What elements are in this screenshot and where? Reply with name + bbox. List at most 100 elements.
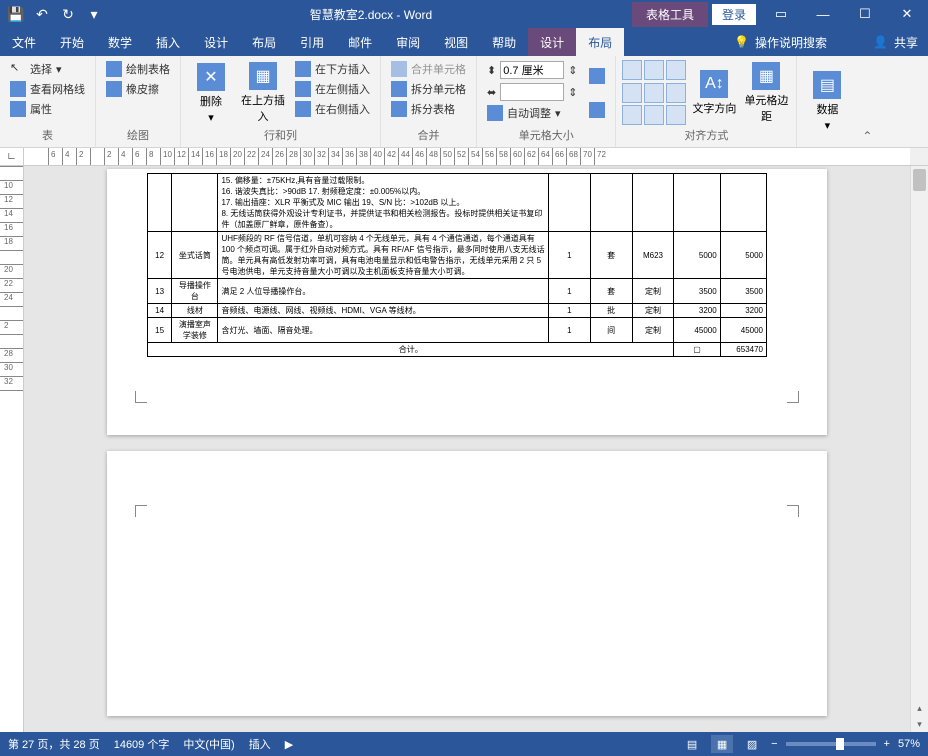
distribute-rows-button[interactable] [585, 67, 609, 85]
height-input[interactable] [500, 61, 564, 79]
collapse-ribbon-button[interactable]: ⌃ [857, 56, 877, 147]
align-ml-button[interactable] [622, 83, 642, 103]
insert-right-button[interactable]: 在右侧插入 [291, 100, 374, 118]
login-button[interactable]: 登录 [712, 4, 756, 25]
width-input[interactable] [500, 83, 564, 101]
tab-help[interactable]: 帮助 [480, 28, 528, 56]
row-height-field[interactable]: ⬍ ⇕ [483, 60, 581, 80]
maximize-button[interactable]: ☐ [844, 0, 886, 28]
delete-button[interactable]: ✕删除▾ [187, 60, 235, 126]
properties-button[interactable]: 属性 [6, 100, 89, 118]
col-width-field[interactable]: ⬌ ⇕ [483, 82, 581, 102]
align-tl-button[interactable] [622, 60, 642, 80]
group-merge-label: 合并 [387, 126, 470, 143]
select-button[interactable]: ↖选择 ▾ [6, 60, 89, 78]
language-indicator[interactable]: 中文(中国) [183, 736, 234, 752]
eraser-button[interactable]: 橡皮擦 [102, 80, 174, 98]
align-bc-button[interactable] [644, 105, 664, 125]
scroll-down-button[interactable]: ▾ [911, 716, 928, 732]
zoom-in-button[interactable]: + [884, 738, 890, 750]
redo-icon[interactable]: ↻ [60, 6, 76, 22]
tab-table-layout[interactable]: 布局 [576, 28, 624, 56]
cell-margins-button[interactable]: ▦单元格边距 [742, 60, 790, 126]
align-tr-button[interactable] [666, 60, 686, 80]
zoom-level[interactable]: 57% [898, 738, 920, 750]
table-row[interactable]: 14线材音频线、电源线、网线、视频线、HDMI、VGA 等线材。1批定制3200… [148, 304, 767, 318]
tab-view[interactable]: 视图 [432, 28, 480, 56]
table-row[interactable]: 12坐式话筒UHF频段的 RF 信号信道，单机可容纳 4 个无线单元，具有 4 … [148, 232, 767, 279]
tab-layout[interactable]: 布局 [240, 28, 288, 56]
total-value-cell[interactable]: 653470 [720, 343, 766, 357]
close-button[interactable]: ✕ [886, 0, 928, 28]
page-indicator[interactable]: 第 27 页，共 28 页 [8, 736, 100, 752]
split-table-label: 拆分表格 [411, 101, 455, 117]
text-direction-button[interactable]: A↕文字方向 [690, 60, 738, 126]
text-line: 16. 谐波失真比：>90dB 17. 射频稳定度：±0.005%以内。 [221, 186, 544, 197]
split-table-icon [391, 101, 407, 117]
total-label-cell[interactable]: 合计。 [148, 343, 674, 357]
insert-above-button[interactable]: ▦在上方插入 [239, 60, 287, 126]
tab-selector[interactable]: ∟ [0, 148, 24, 166]
zoom-thumb[interactable] [836, 738, 844, 750]
undo-icon[interactable]: ↶ [34, 6, 50, 22]
minimize-button[interactable]: — [802, 0, 844, 28]
align-br-button[interactable] [666, 105, 686, 125]
crop-mark [135, 505, 147, 517]
crop-mark [787, 391, 799, 403]
web-layout-button[interactable]: ▨ [741, 735, 763, 753]
qat-dropdown-icon[interactable]: ▾ [86, 6, 102, 22]
autofit-button[interactable]: 自动调整 ▾ [483, 104, 581, 122]
tab-references[interactable]: 引用 [288, 28, 336, 56]
group-size-label: 单元格大小 [483, 126, 609, 143]
group-data-label [803, 142, 851, 143]
scroll-up-button[interactable]: ▴ [911, 700, 928, 716]
zoom-slider[interactable] [786, 742, 876, 746]
split-cells-button[interactable]: 拆分单元格 [387, 80, 470, 98]
horizontal-ruler[interactable]: 6422468101214161820222426283032343638404… [24, 148, 910, 166]
grid-icon [10, 81, 26, 97]
scrollbar-thumb[interactable] [913, 169, 926, 191]
tab-table-design[interactable]: 设计 [528, 28, 576, 56]
save-icon[interactable]: 💾 [8, 6, 24, 22]
insert-left-button[interactable]: 在左侧插入 [291, 80, 374, 98]
table-row[interactable]: 15演播室声学装修含灯光、墙面、隔音处理。1间定制4500045000 [148, 318, 767, 343]
tab-insert[interactable]: 插入 [144, 28, 192, 56]
tab-file[interactable]: 文件 [0, 28, 48, 56]
tab-math[interactable]: 数学 [96, 28, 144, 56]
align-tc-button[interactable] [644, 60, 664, 80]
tab-design[interactable]: 设计 [192, 28, 240, 56]
share-button[interactable]: 共享 [894, 34, 918, 51]
distribute-cols-button[interactable] [585, 101, 609, 119]
ribbon-display-icon[interactable]: ▭ [760, 0, 802, 28]
insert-mode[interactable]: 插入 [249, 736, 271, 752]
read-mode-button[interactable]: ▤ [681, 735, 703, 753]
print-layout-button[interactable]: ▦ [711, 735, 733, 753]
table-cell[interactable]: 15. 偏移量：±75KHz,具有音量过载限制。 16. 谐波失真比：>90dB… [218, 174, 548, 232]
ribbon-tabs: 文件 开始 数学 插入 设计 布局 引用 邮件 审阅 视图 帮助 设计 布局 💡… [0, 28, 928, 56]
zoom-out-button[interactable]: − [771, 738, 777, 750]
insert-below-button[interactable]: 在下方插入 [291, 60, 374, 78]
vertical-scrollbar[interactable]: ▴ ▾ [910, 166, 928, 732]
tab-review[interactable]: 审阅 [384, 28, 432, 56]
table-row[interactable]: 13导播操作台满足 2 人位导播操作台。1套定制35003500 [148, 279, 767, 304]
macro-icon[interactable]: ▶ [285, 738, 293, 751]
tab-mailings[interactable]: 邮件 [336, 28, 384, 56]
tab-home[interactable]: 开始 [48, 28, 96, 56]
crop-mark [787, 505, 799, 517]
document-table[interactable]: 15. 偏移量：±75KHz,具有音量过载限制。 16. 谐波失真比：>90dB… [147, 173, 767, 357]
word-count[interactable]: 14609 个字 [114, 736, 170, 752]
data-button[interactable]: ▤数据▾ [803, 60, 851, 142]
total-icon-cell[interactable]: ▢ [674, 343, 720, 357]
merge-cells-button[interactable]: 合并单元格 [387, 60, 470, 78]
align-mc-button[interactable] [644, 83, 664, 103]
draw-table-button[interactable]: 绘制表格 [102, 60, 174, 78]
document-canvas[interactable]: 15. 偏移量：±75KHz,具有音量过载限制。 16. 谐波失真比：>90dB… [24, 166, 910, 732]
tell-me-search[interactable]: 操作说明搜索 [755, 34, 827, 51]
ruler-corner [910, 148, 928, 166]
align-bl-button[interactable] [622, 105, 642, 125]
align-mr-button[interactable] [666, 83, 686, 103]
split-table-button[interactable]: 拆分表格 [387, 100, 470, 118]
view-gridlines-button[interactable]: 查看网格线 [6, 80, 89, 98]
eraser-label: 橡皮擦 [126, 81, 159, 97]
vertical-ruler[interactable]: 10121416182022242283032 [0, 166, 24, 732]
